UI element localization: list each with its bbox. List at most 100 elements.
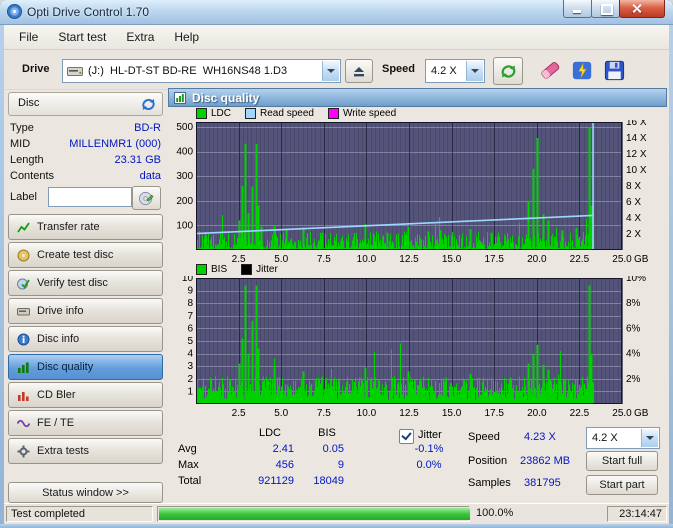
sidebar-item-verify-test-disc[interactable]: Verify test disc — [8, 270, 163, 296]
time-cell: 23:14:47 — [607, 506, 667, 522]
legend-swatch — [328, 108, 339, 119]
mid-value: MILLENMR1 (000) — [69, 138, 161, 154]
legend-label: LDC — [211, 108, 231, 119]
cd-bler-icon — [17, 389, 30, 402]
start-full-button[interactable]: Start full — [586, 451, 658, 471]
status-window-button[interactable]: Status window >> — [8, 482, 163, 503]
bis-column-header: BIS — [302, 427, 352, 439]
title-bar[interactable]: Opti Drive Control 1.70 — [0, 0, 673, 25]
jitter-checkbox[interactable] — [399, 429, 414, 444]
toolbar: Drive (J:) HL-DT-ST BD-RE WH16NS48 1.D3 … — [1, 50, 672, 90]
sidebar-item-transfer-rate[interactable]: Transfer rate — [8, 214, 163, 240]
disc-quality-icon — [17, 361, 30, 374]
maximize-button[interactable] — [591, 0, 620, 18]
avg-ldc-value: 2.41 — [240, 443, 294, 455]
top-chart-legend: LDC Read speed Write speed — [196, 108, 396, 119]
jitter-checkbox-label: Jitter — [418, 429, 442, 441]
refresh-speeds-button[interactable] — [493, 57, 523, 85]
disc-section-title: Disc — [18, 97, 39, 109]
legend-swatch — [196, 108, 207, 119]
legend-swatch — [241, 264, 252, 275]
save-button[interactable] — [601, 57, 627, 83]
disc-info-row-contents: Contents data — [10, 170, 161, 186]
sidebar-item-create-test-disc[interactable]: Create test disc — [8, 242, 163, 268]
test-speed-dropdown-arrow[interactable] — [641, 429, 658, 447]
sidebar-item-label: Disc info — [37, 333, 79, 345]
eject-button[interactable] — [345, 59, 373, 83]
legend-item-jitter: Jitter — [241, 264, 278, 275]
drive-info-icon — [17, 305, 30, 318]
max-bis-value: 9 — [302, 459, 344, 471]
sidebar-item-cd-bler[interactable]: CD Bler — [8, 382, 163, 408]
sidebar-item-label: Drive info — [37, 305, 83, 317]
start-full-label: Start full — [602, 455, 642, 467]
refresh-icon — [499, 62, 518, 81]
sidebar-item-label: Extra tests — [37, 445, 89, 457]
speed-label: Speed — [382, 63, 415, 75]
samples-label: Samples — [468, 477, 511, 489]
speed-result-label: Speed — [468, 431, 500, 443]
position-value: 23862 MB — [520, 455, 570, 467]
sidebar-item-label: Create test disc — [37, 249, 113, 261]
legend-swatch — [196, 264, 207, 275]
menu-help[interactable]: Help — [164, 27, 209, 47]
legend-label: Jitter — [256, 264, 278, 275]
sidebar-item-drive-info[interactable]: Drive info — [8, 298, 163, 324]
ldc-column-header: LDC — [240, 427, 300, 439]
progress-bar — [157, 506, 470, 522]
edit-label-button[interactable] — [132, 186, 161, 210]
drive-label: Drive — [22, 63, 50, 75]
sidebar-item-fe-te[interactable]: FE / TE — [8, 410, 163, 436]
erase-disc-button[interactable] — [537, 57, 563, 83]
label-input[interactable] — [48, 187, 132, 207]
total-ldc-value: 921129 — [240, 475, 294, 487]
close-button[interactable] — [619, 0, 665, 18]
start-part-label: Start part — [599, 479, 644, 491]
refresh-disc-button[interactable] — [138, 95, 158, 113]
app-window: Opti Drive Control 1.70 File Start test … — [0, 0, 673, 528]
window-title: Opti Drive Control 1.70 — [27, 5, 149, 19]
tools-button[interactable] — [569, 57, 595, 83]
drive-dropdown-arrow[interactable] — [322, 61, 339, 81]
app-icon — [7, 4, 22, 19]
legend-label: Read speed — [260, 108, 314, 119]
legend-item-write-speed: Write speed — [328, 108, 396, 119]
status-window-label: Status window >> — [42, 487, 129, 499]
sidebar-item-disc-quality[interactable]: Disc quality — [8, 354, 163, 380]
sidebar-item-disc-info[interactable]: Disc info — [8, 326, 163, 352]
speed-value: 4.2 X — [426, 65, 457, 77]
sidebar-item-label: Disc quality — [37, 361, 93, 373]
drive-select[interactable]: (J:) HL-DT-ST BD-RE WH16NS48 1.D3 — [62, 59, 341, 83]
legend-swatch — [245, 108, 256, 119]
total-bis-value: 18049 — [302, 475, 344, 487]
avg-row-label: Avg — [178, 443, 197, 455]
disc-section-header: Disc — [8, 92, 163, 116]
menu-file[interactable]: File — [9, 27, 48, 47]
mid-label: MID — [10, 138, 30, 154]
status-bar: Test completed 100.0% 23:14:47 — [1, 503, 672, 524]
contents-value: data — [140, 170, 161, 186]
window-edge-right — [669, 24, 673, 528]
top-chart-canvas — [168, 120, 668, 270]
disc-info-row-length: Length 23.31 GB — [10, 154, 161, 170]
speed-result-value: 4.23 X — [524, 431, 556, 443]
drive-icon — [67, 66, 83, 77]
save-icon — [603, 59, 626, 82]
total-row-label: Total — [178, 475, 201, 487]
sidebar-item-extra-tests[interactable]: Extra tests — [8, 438, 163, 464]
length-label: Length — [10, 154, 44, 170]
jitter-avg-value: -0.1% — [405, 443, 453, 455]
menu-extra[interactable]: Extra — [116, 27, 164, 47]
sidebar-item-label: Verify test disc — [37, 277, 108, 289]
menu-start-test[interactable]: Start test — [48, 27, 116, 47]
test-speed-select[interactable]: 4.2 X — [586, 427, 660, 449]
start-part-button[interactable]: Start part — [586, 475, 658, 495]
menu-bar: File Start test Extra Help — [1, 25, 672, 50]
max-row-label: Max — [178, 459, 199, 471]
minimize-button[interactable] — [563, 0, 592, 18]
speed-dropdown-arrow[interactable] — [466, 61, 483, 81]
window-edge-bottom — [0, 524, 673, 528]
avg-bis-value: 0.05 — [302, 443, 344, 455]
type-label: Type — [10, 122, 34, 138]
speed-select[interactable]: 4.2 X — [425, 59, 485, 83]
